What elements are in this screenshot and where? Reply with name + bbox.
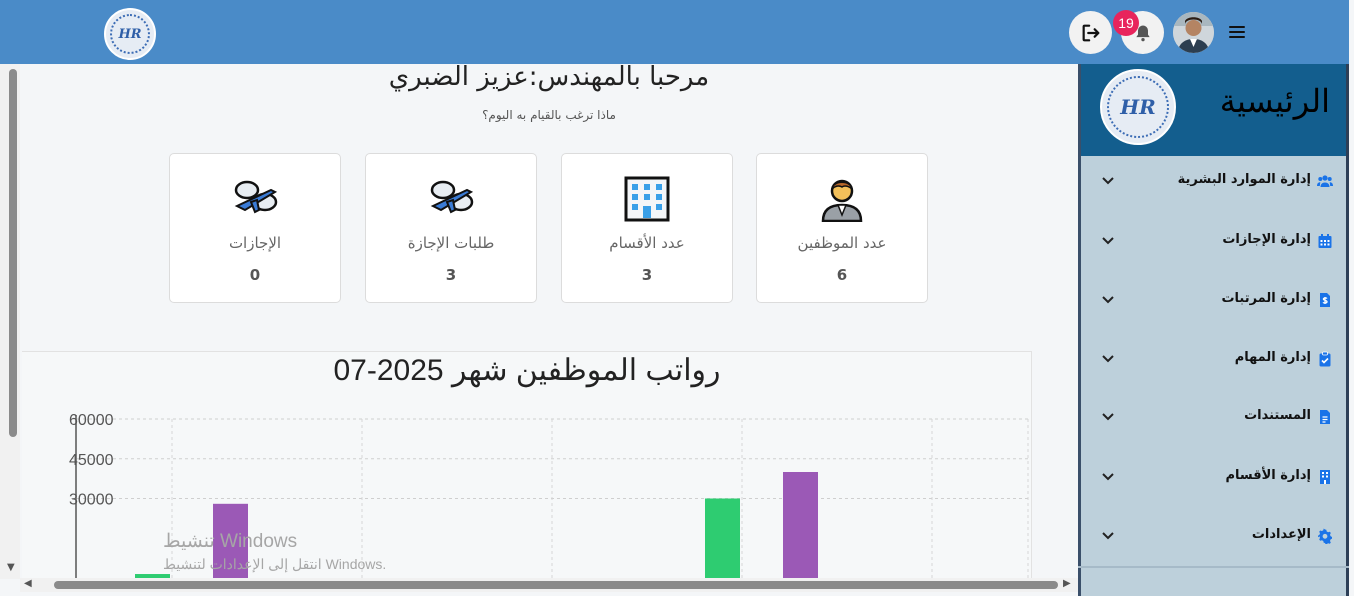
scroll-down-arrow-icon[interactable]: ▼	[7, 562, 15, 573]
sidebar-item-departments[interactable]: إدارة الأقسام	[1083, 460, 1341, 500]
office-worker-icon	[757, 176, 927, 224]
chevron-down-icon	[1102, 237, 1114, 245]
sidebar-item-settings[interactable]: الإعدادات	[1083, 519, 1341, 559]
sidebar-logo-mark: HR	[1107, 76, 1169, 138]
card-employees-label: عدد الموظفين	[797, 234, 887, 252]
chart-y-ticks: 60000 45000 30000	[69, 412, 114, 509]
scroll-left-arrow-icon[interactable]: ◀	[24, 578, 32, 589]
card-departments-label: عدد الأقسام	[609, 234, 685, 252]
office-building-icon	[562, 176, 732, 224]
card-employees[interactable]: عدد الموظفين 6	[756, 153, 928, 303]
calendar-icon	[1318, 234, 1332, 248]
building-icon	[1320, 470, 1330, 484]
sidebar-item-label: إدارة المرتبات	[1221, 291, 1311, 306]
document-icon	[1320, 410, 1330, 424]
sidebar-title[interactable]: الرئيسية	[1190, 82, 1330, 120]
airplane-clouds-icon	[366, 176, 536, 224]
user-avatar[interactable]	[1173, 12, 1214, 53]
card-employees-value: 6	[836, 266, 848, 284]
logout-icon	[1082, 24, 1099, 41]
chevron-down-icon	[1102, 532, 1114, 540]
sidebar-item-label: إدارة الموارد البشرية	[1177, 172, 1311, 187]
vertical-scroll-thumb[interactable]	[9, 69, 17, 437]
card-leave-requests-label: طلبات الإجازة	[407, 234, 495, 252]
notification-badge: 19	[1113, 10, 1139, 36]
top-logo-mark: HR	[110, 14, 150, 54]
sidebar-item-hr[interactable]: إدارة الموارد البشرية	[1083, 164, 1341, 204]
chart-bar[interactable]	[705, 498, 740, 579]
chart-y-tick-label: 45000	[69, 452, 114, 469]
welcome-heading: مرحبا بالمهندس:عزيز الضبري	[388, 62, 710, 92]
chevron-down-icon	[1102, 177, 1114, 185]
sidebar-item-label: المستندات	[1244, 408, 1311, 423]
airplane-clouds-icon	[170, 176, 340, 224]
card-departments[interactable]: عدد الأقسام 3	[561, 153, 733, 303]
users-icon	[1317, 175, 1333, 187]
top-logo-text: HR	[118, 26, 142, 42]
chevron-down-icon	[1102, 296, 1114, 304]
sidebar-item-label: إدارة الأقسام	[1225, 468, 1311, 483]
card-leaves[interactable]: الإجازات 0	[169, 153, 341, 303]
scroll-right-arrow-icon[interactable]: ▶	[1063, 578, 1071, 589]
sidebar-item-label: إدارة المهام	[1234, 350, 1311, 365]
windows-activation-hint: انتقل إلى الإعدادات لتنشيط Windows.	[163, 556, 387, 572]
gear-icon	[1318, 528, 1332, 544]
card-leave-requests-value: 3	[445, 266, 457, 284]
card-leaves-label: الإجازات	[228, 234, 282, 252]
sidebar-logo-text: HR	[1120, 95, 1156, 119]
welcome-subtitle: ماذا ترغب بالقيام به اليوم؟	[482, 108, 616, 122]
menu-toggle-button[interactable]	[1225, 20, 1249, 44]
chart-y-tick-label: 60000	[69, 412, 114, 429]
sidebar-logo[interactable]: HR	[1100, 69, 1176, 145]
sidebar-divider	[1078, 566, 1349, 568]
hamburger-icon	[1229, 26, 1245, 38]
chevron-down-icon	[1102, 413, 1114, 421]
sidebar-item-tasks[interactable]: إدارة المهام	[1083, 342, 1341, 382]
sidebar-item-payroll[interactable]: إدارة المرتبات	[1083, 283, 1341, 323]
sidebar-item-label: الإعدادات	[1251, 527, 1311, 542]
logout-button[interactable]	[1069, 11, 1112, 54]
avatar-image	[1173, 12, 1214, 53]
chart-y-tick-label: 30000	[69, 492, 114, 509]
clipboard-check-icon	[1319, 351, 1331, 367]
chart-bar[interactable]	[783, 472, 818, 578]
chart-title: رواتب الموظفين شهر 2025-07	[333, 354, 721, 387]
invoice-dollar-icon	[1320, 293, 1330, 307]
sidebar-edge	[1346, 64, 1349, 596]
top-logo[interactable]: HR	[104, 8, 156, 60]
sidebar-item-label: إدارة الإجازات	[1222, 232, 1311, 247]
chevron-down-icon	[1102, 355, 1114, 363]
sidebar-item-leaves[interactable]: إدارة الإجازات	[1083, 224, 1341, 264]
card-departments-value: 3	[641, 266, 653, 284]
card-leave-requests[interactable]: طلبات الإجازة 3	[365, 153, 537, 303]
card-leaves-value: 0	[249, 266, 261, 284]
chevron-down-icon	[1102, 473, 1114, 481]
sidebar-item-documents[interactable]: المستندات	[1083, 400, 1341, 440]
windows-activation-title: تنشيط Windows	[163, 531, 298, 552]
app-page: HR 19 مرحبا بالمهندس:عزيز الضبري ماذا تر…	[0, 0, 1354, 596]
horizontal-scroll-thumb[interactable]	[54, 581, 1058, 589]
